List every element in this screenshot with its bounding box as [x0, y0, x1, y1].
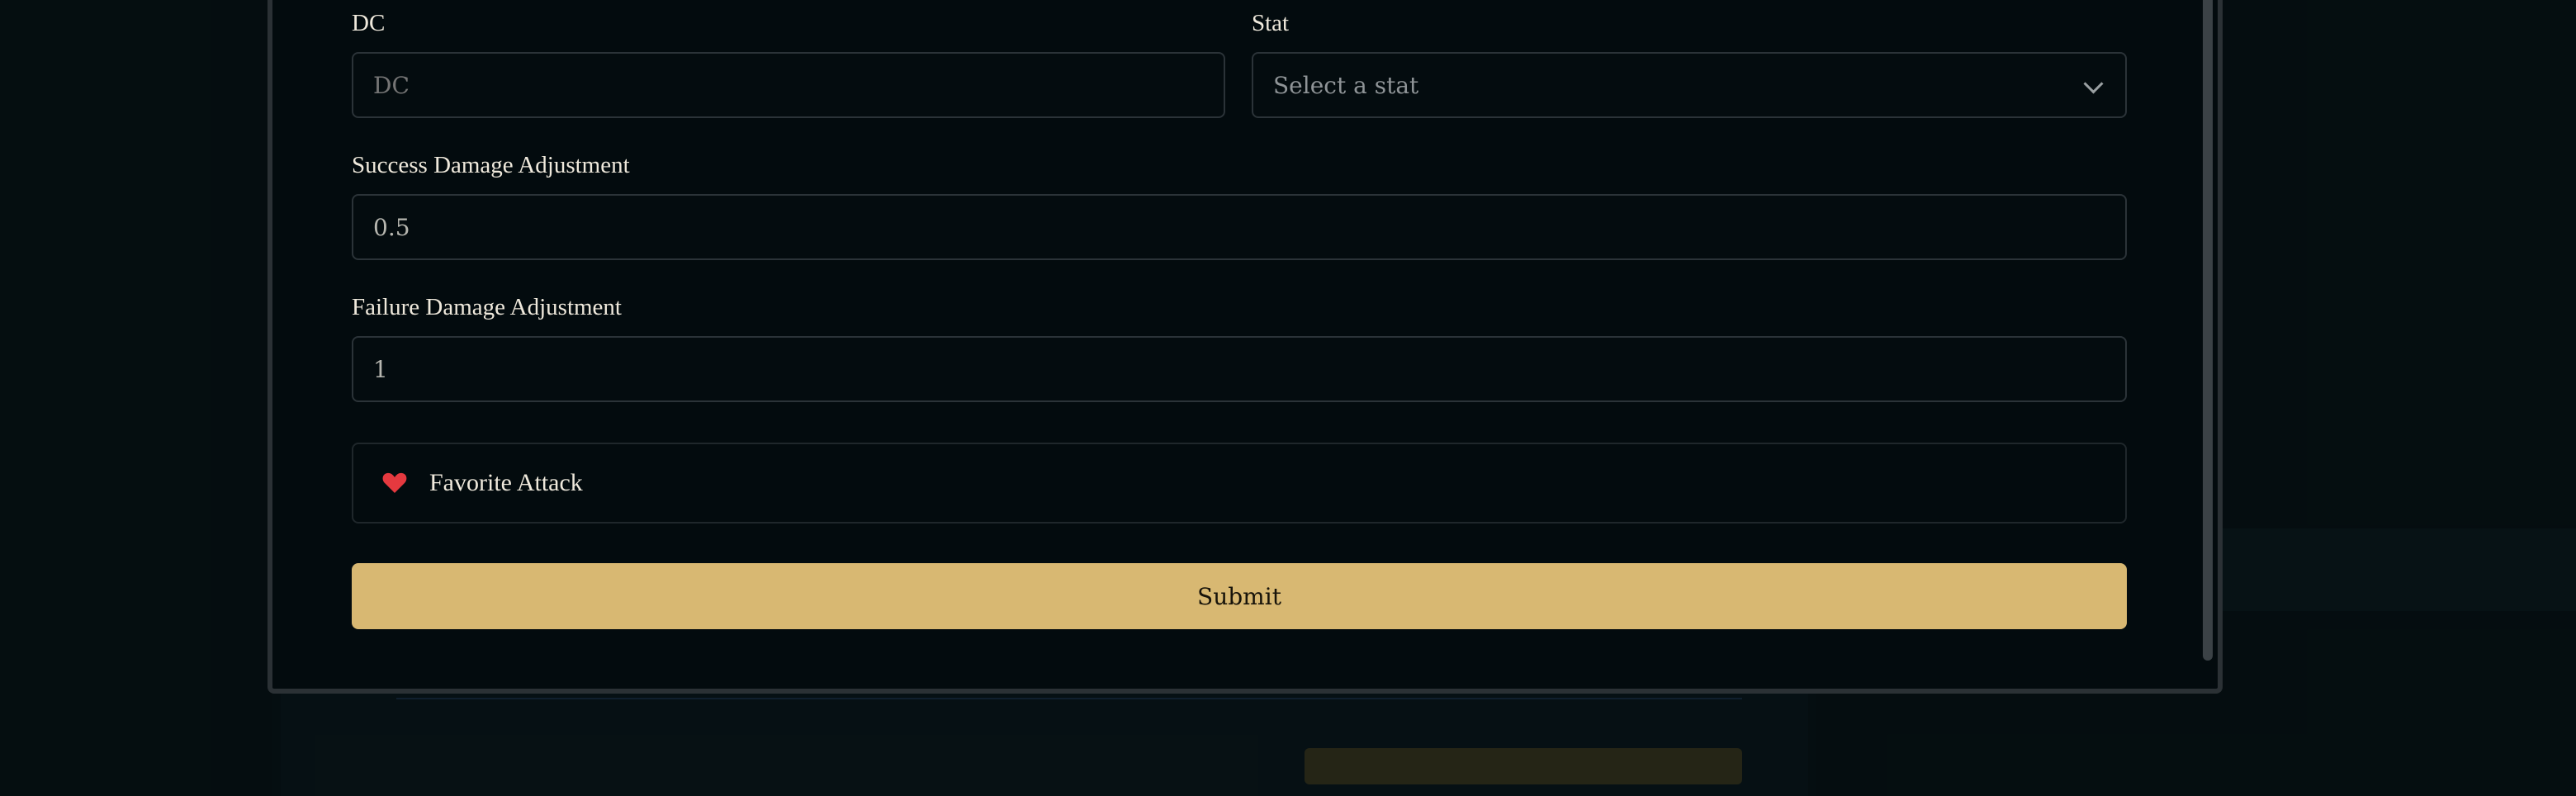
favorite-attack-toggle[interactable]: Favorite Attack	[352, 443, 2127, 524]
stat-select-value: Select a stat	[1273, 71, 1419, 99]
failure-damage-value: 1	[373, 355, 388, 383]
failure-damage-label: Failure Damage Adjustment	[352, 294, 622, 320]
heart-icon	[382, 472, 407, 493]
stat-label: Stat	[1252, 10, 1290, 36]
submit-button[interactable]: Submit	[352, 563, 2127, 629]
chevron-down-icon	[2083, 73, 2104, 94]
failure-damage-input[interactable]: 1	[352, 336, 2127, 402]
favorite-attack-label: Favorite Attack	[429, 469, 583, 496]
stat-select[interactable]: Select a stat	[1252, 52, 2127, 118]
success-damage-input[interactable]: 0.5	[352, 194, 2127, 260]
success-damage-value: 0.5	[373, 213, 410, 241]
success-damage-label: Success Damage Adjustment	[352, 152, 630, 178]
modal-scrollbar[interactable]	[2203, 0, 2213, 661]
dc-input[interactable]	[352, 52, 1225, 118]
dc-label: DC	[352, 10, 386, 36]
